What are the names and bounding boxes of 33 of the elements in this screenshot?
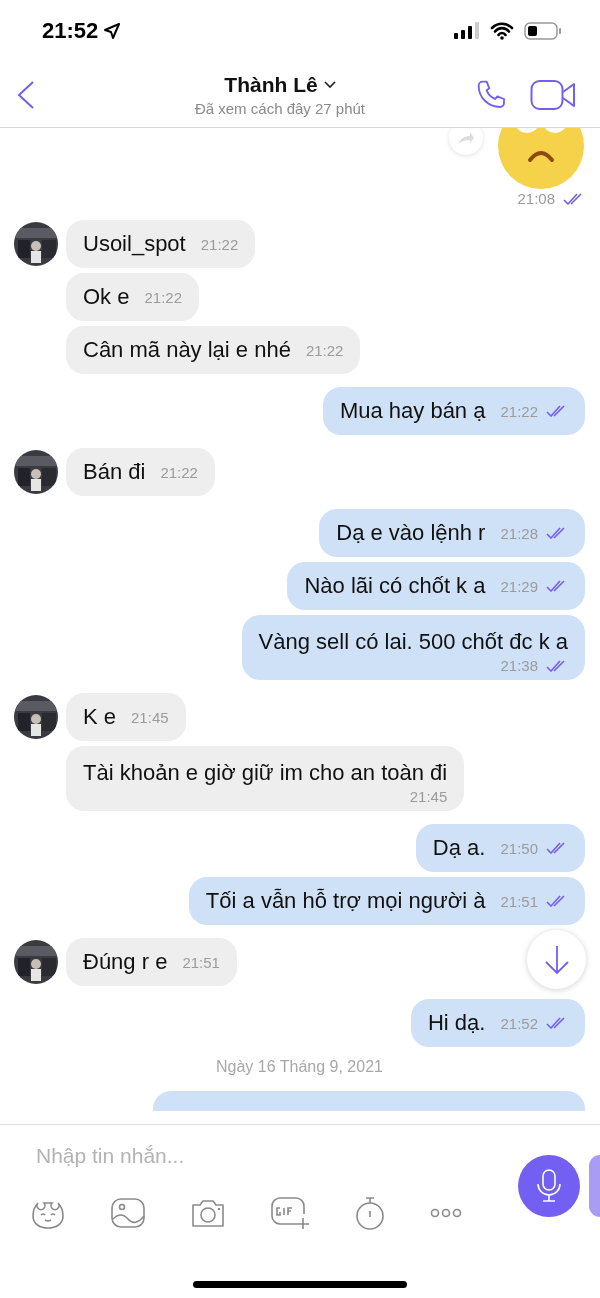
- message-text: Mua hay bán ạ: [339, 398, 486, 424]
- message-text: Tài khoản e giờ giữ im cho an toàn đi: [83, 760, 448, 786]
- message-time: 21:22: [200, 235, 239, 253]
- message-time: 21:51: [182, 953, 220, 971]
- message-time: 21:22: [500, 402, 538, 420]
- message-text: K e: [83, 704, 117, 730]
- message-time: 21:28: [500, 524, 538, 542]
- status-time: 21:52: [42, 18, 99, 44]
- message-text: Vàng sell có lai. 500 chốt đc k a: [258, 629, 568, 655]
- message-text: Dạ a.: [432, 835, 486, 861]
- message-text: Bán đi: [83, 459, 146, 485]
- message-time: 21:52: [500, 1014, 538, 1032]
- message-text: Usoil_spot: [83, 231, 186, 257]
- date-separator: Ngày 16 Tháng 9, 2021: [216, 1058, 383, 1076]
- message-text: Tối a vẫn hỗ trợ mọi người à: [205, 888, 486, 914]
- message-time: 21:22: [160, 463, 198, 481]
- message-text: Đúng r e: [83, 949, 168, 975]
- message-text: Dạ e vào lệnh r: [336, 520, 486, 546]
- contact-name[interactable]: Thành Lê: [224, 72, 318, 97]
- message-text: Cân mã này lại e nhé: [83, 337, 291, 363]
- message-time: 21:29: [500, 577, 538, 595]
- message-text: Ok e: [83, 284, 130, 310]
- message-time: 21:22: [305, 341, 344, 359]
- message-text: Nào lãi có chốt k a: [304, 573, 486, 599]
- message-time: 21:38: [500, 657, 538, 674]
- message-time: 21:22: [144, 288, 182, 306]
- message-time: 21:45: [409, 788, 448, 805]
- message-text: Hi dạ.: [427, 1010, 486, 1036]
- message-time: 21:50: [500, 839, 538, 857]
- last-seen-text: Đã xem cách đây 27 phút: [194, 99, 366, 117]
- message-time: 21:51: [500, 892, 538, 910]
- message-time: 21:08: [517, 190, 555, 207]
- message-time: 21:45: [131, 708, 169, 726]
